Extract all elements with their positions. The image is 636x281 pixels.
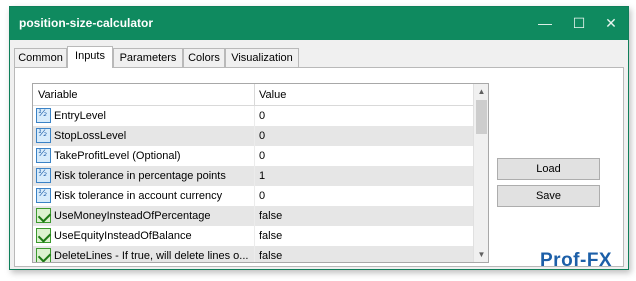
tab-strip: Common Inputs Parameters Colors Visualiz… — [14, 46, 626, 68]
variable-value[interactable]: 0 — [259, 190, 265, 202]
table-row[interactable]: ½ Risk tolerance in account currency 0 — [33, 186, 473, 206]
variable-value[interactable]: 0 — [259, 130, 265, 142]
column-divider — [254, 226, 255, 246]
save-button[interactable]: Save — [497, 185, 600, 207]
variable-name: Risk tolerance in account currency — [54, 190, 223, 202]
variable-name: UseMoneyInsteadOfPercentage — [54, 210, 211, 222]
column-divider — [254, 186, 255, 206]
variable-name: EntryLevel — [54, 110, 106, 122]
column-divider — [254, 206, 255, 226]
variable-value[interactable]: 1 — [259, 170, 265, 182]
variable-value[interactable]: false — [259, 210, 282, 222]
numeric-input-icon: ½ — [36, 148, 51, 163]
variable-name: UseEquityInsteadOfBalance — [54, 230, 192, 242]
numeric-input-icon: ½ — [36, 168, 51, 183]
close-icon[interactable]: ✕ — [594, 7, 628, 40]
column-divider — [254, 146, 255, 166]
variable-value[interactable]: 0 — [259, 110, 265, 122]
dialog-window: position-size-calculator — ☐ ✕ Common In… — [9, 6, 629, 270]
table-row[interactable]: UseMoneyInsteadOfPercentage false — [33, 206, 473, 226]
table-row[interactable]: ½ TakeProfitLevel (Optional) 0 — [33, 146, 473, 166]
tab-inputs[interactable]: Inputs — [67, 46, 113, 68]
minimize-icon[interactable]: — — [528, 7, 562, 40]
table-row[interactable]: ½ EntryLevel 0 — [33, 106, 473, 126]
tab-parameters[interactable]: Parameters — [113, 48, 183, 67]
column-divider — [254, 246, 255, 262]
scroll-up-icon[interactable]: ▲ — [474, 84, 488, 99]
maximize-icon[interactable]: ☐ — [562, 7, 596, 40]
boolean-input-icon — [36, 248, 51, 262]
inputs-table: Variable Value ½ EntryLevel 0 ½ StopLoss… — [32, 83, 489, 263]
header-value[interactable]: Value — [259, 89, 286, 101]
variable-name: DeleteLines - If true, will delete lines… — [54, 250, 249, 262]
boolean-input-icon — [36, 228, 51, 243]
column-divider — [254, 126, 255, 146]
scroll-thumb[interactable] — [476, 100, 487, 134]
variable-value[interactable]: 0 — [259, 150, 265, 162]
table-header: Variable Value — [33, 84, 473, 106]
window-title: position-size-calculator — [19, 16, 154, 30]
title-bar[interactable]: position-size-calculator — ☐ ✕ — [10, 7, 628, 40]
numeric-input-icon: ½ — [36, 188, 51, 203]
column-divider — [254, 106, 255, 126]
variable-value[interactable]: false — [259, 230, 282, 242]
variable-name: StopLossLevel — [54, 130, 127, 142]
header-variable[interactable]: Variable — [38, 89, 78, 101]
load-button[interactable]: Load — [497, 158, 600, 180]
variable-name: TakeProfitLevel (Optional) — [54, 150, 181, 162]
boolean-input-icon — [36, 208, 51, 223]
header-divider — [254, 84, 255, 106]
tab-visualization[interactable]: Visualization — [225, 48, 299, 67]
prof-fx-watermark: Prof-FX — [510, 243, 632, 275]
table-row[interactable]: UseEquityInsteadOfBalance false — [33, 226, 473, 246]
tab-colors[interactable]: Colors — [183, 48, 225, 67]
variable-name: Risk tolerance in percentage points — [54, 170, 226, 182]
numeric-input-icon: ½ — [36, 128, 51, 143]
scroll-down-icon[interactable]: ▼ — [474, 247, 488, 262]
column-divider — [254, 166, 255, 186]
numeric-input-icon: ½ — [36, 108, 51, 123]
table-row[interactable]: DeleteLines - If true, will delete lines… — [33, 246, 473, 262]
watermark-text: Prof-FX — [540, 250, 613, 271]
tab-common[interactable]: Common — [14, 48, 67, 67]
table-row[interactable]: ½ StopLossLevel 0 — [33, 126, 473, 146]
vertical-scrollbar[interactable]: ▲ ▼ — [473, 84, 488, 262]
table-row[interactable]: ½ Risk tolerance in percentage points 1 — [33, 166, 473, 186]
variable-value[interactable]: false — [259, 250, 282, 262]
